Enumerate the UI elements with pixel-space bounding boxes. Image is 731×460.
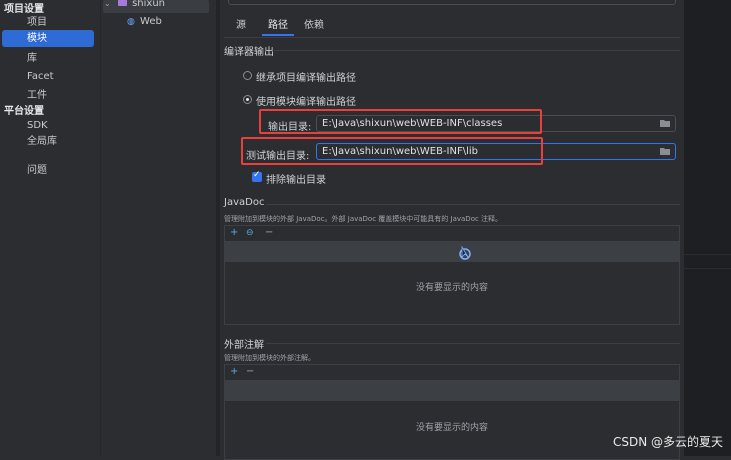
active-tab-indicator [262, 34, 294, 36]
javadoc-empty-text: 没有要显示的内容 [415, 283, 488, 293]
compiler-separator [274, 50, 680, 51]
annotations-separator [266, 343, 680, 344]
javadoc-list: + ⊖ − 没有要显示的内容 [224, 225, 680, 325]
settings-nav: 项目设置 项目 模块 库 Facet 工件 平台设置 SDK 全局库 问题 [0, 0, 100, 456]
annotations-empty-text: 没有要显示的内容 [415, 423, 488, 433]
tab-dependencies[interactable]: 依赖 [301, 17, 327, 35]
watermark: CSDN @多云的夏天 [612, 435, 723, 449]
mouse-cursor-icon [459, 245, 471, 260]
exclude-output-label: 排除输出目录 [266, 175, 326, 186]
tree-item-web[interactable]: ◍ Web [127, 16, 162, 27]
tree-item-label: shixun [132, 0, 165, 9]
compiler-output-title: 编译器输出 [224, 47, 274, 58]
javadoc-title: JavaDoc [224, 197, 265, 208]
add-icon[interactable]: + [230, 227, 238, 239]
tree-item-label: Web [140, 16, 162, 27]
tab-separator [224, 37, 680, 38]
external-annotations-title: 外部注解 [224, 340, 264, 351]
add-icon[interactable]: + [230, 366, 238, 378]
annotations-toolbar: + − [225, 365, 679, 381]
tree-item-shixun[interactable]: ⌄ shixun [104, 0, 165, 9]
inherit-output-radio[interactable] [243, 71, 252, 80]
module-folder-icon [117, 0, 127, 6]
nav-item-modules[interactable]: 模块 [2, 30, 94, 47]
browse-folder-icon[interactable] [660, 147, 670, 155]
annotations-list: + − 没有要显示的内容 [224, 364, 680, 460]
tab-sources[interactable]: 源 [231, 17, 251, 35]
javadoc-toolbar: + ⊖ − [225, 226, 679, 242]
browse-folder-icon[interactable] [660, 119, 670, 127]
web-globe-icon: ◍ [127, 17, 135, 27]
annotations-description: 管理附加到模块的外部注解。 [224, 354, 315, 362]
name-field-partial[interactable] [228, 0, 676, 5]
annotations-list-header [225, 381, 679, 401]
module-tree: ⌄ shixun ◍ Web [100, 0, 217, 456]
remove-icon[interactable]: − [246, 366, 254, 378]
chevron-down-icon[interactable]: ⌄ [104, 0, 111, 8]
link-icon[interactable]: ⊖ [246, 227, 254, 239]
module-output-radio[interactable] [243, 95, 252, 104]
javadoc-separator [266, 204, 680, 205]
exclude-output-checkbox[interactable] [252, 170, 262, 182]
highlight-output-dir [259, 109, 542, 134]
inherit-output-label: 继承项目编译输出路径 [256, 73, 356, 84]
javadoc-description: 管理附加到模块的外部 JavaDoc。外部 JavaDoc 覆盖模块中可能具有的… [224, 215, 503, 223]
javadoc-list-header [225, 242, 679, 262]
remove-icon[interactable]: − [265, 227, 273, 239]
module-output-label: 使用模块编译输出路径 [256, 97, 356, 108]
highlight-test-output-dir [241, 137, 543, 165]
tab-paths[interactable]: 路径 [262, 17, 294, 35]
background-editor-strip [684, 0, 731, 456]
